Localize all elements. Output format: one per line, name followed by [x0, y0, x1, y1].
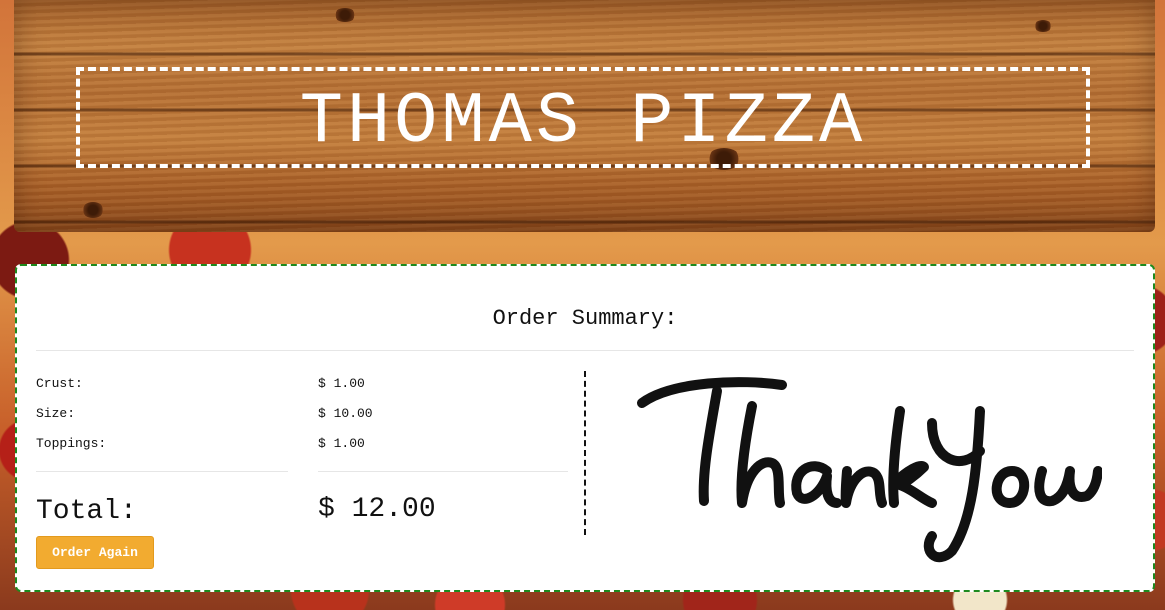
order-summary-card: Order Summary: Crust: $ 1.00 Size: $ 10.…: [15, 264, 1155, 592]
divider-line: [36, 471, 288, 472]
wood-knot: [82, 202, 104, 218]
divider-line: [36, 350, 1134, 351]
thank-you-image: [637, 377, 1102, 563]
size-label: Size:: [36, 406, 76, 421]
size-price: $ 10.00: [318, 406, 373, 421]
header-banner: THOMAS PIZZA: [14, 0, 1155, 232]
toppings-price: $ 1.00: [318, 436, 365, 451]
wood-knot: [1034, 20, 1052, 32]
crust-label: Crust:: [36, 376, 83, 391]
crust-price: $ 1.00: [318, 376, 365, 391]
toppings-label: Toppings:: [36, 436, 107, 451]
divider-line: [318, 471, 568, 472]
order-again-button[interactable]: Order Again: [36, 536, 154, 569]
total-value: $ 12.00: [318, 494, 436, 525]
order-summary-heading: Order Summary:: [492, 306, 678, 331]
title-frame: THOMAS PIZZA: [76, 67, 1090, 168]
vertical-divider: [584, 371, 586, 535]
total-label: Total:: [36, 496, 137, 527]
page-title: THOMAS PIZZA: [299, 80, 867, 163]
wood-knot: [334, 8, 356, 22]
